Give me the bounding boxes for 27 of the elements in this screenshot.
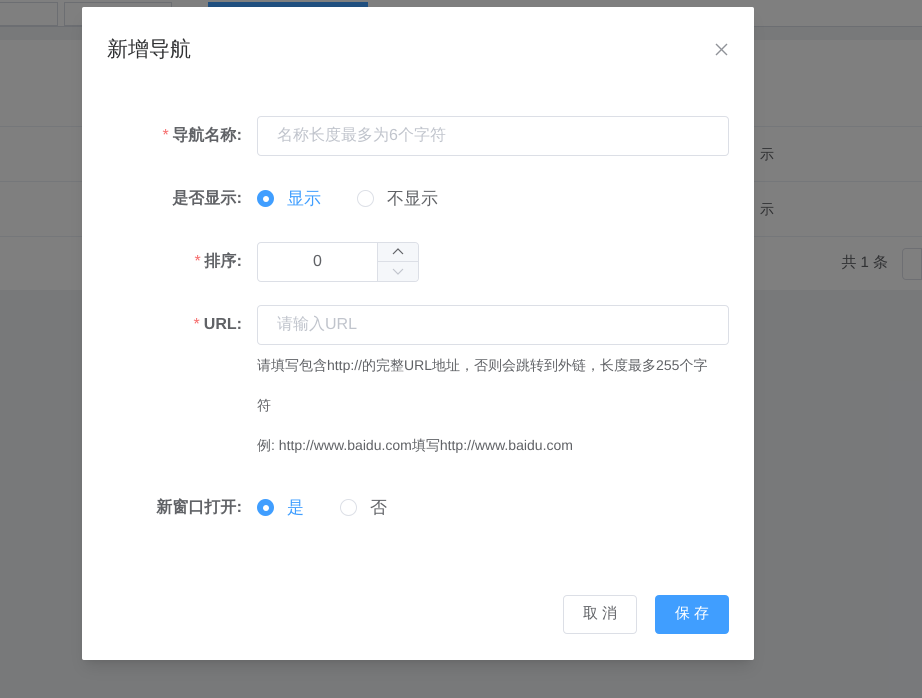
field-label: 导航名称: (172, 125, 242, 146)
field-label: URL: (204, 314, 242, 334)
dialog-title: 新增导航 (107, 37, 191, 63)
radio-icon (257, 499, 274, 516)
table-cell-text: 示 (760, 144, 774, 164)
number-field[interactable]: 0 (257, 242, 419, 282)
radio-icon (357, 190, 374, 207)
table-cell-text: 示 (760, 200, 774, 218)
required-mark: * (194, 252, 201, 272)
help-text: 例: http://www.baidu.com填写http://www.baidu.com (257, 436, 574, 455)
text-field[interactable]: 名称长度最多为6个字符 (257, 116, 729, 156)
radio-option[interactable]: 不显示 (357, 186, 438, 212)
chevron-down-icon (392, 268, 404, 275)
close-icon[interactable] (715, 43, 728, 56)
cancel-button[interactable]: 取 消 (563, 595, 637, 634)
text-field[interactable]: 请输入URL (257, 304, 729, 344)
field-label: 排序: (204, 251, 242, 272)
field-label: 是否显示: (172, 188, 242, 208)
radio-icon (340, 499, 357, 516)
required-mark: * (194, 314, 200, 334)
help-text: 请填写包含http://的完整URL地址，否则会跳转到外链，长度最多255个字符 (257, 356, 708, 414)
radio-option[interactable]: 否 (340, 494, 387, 520)
radio-icon (257, 190, 274, 207)
field-label: 新窗口打开: (156, 497, 242, 518)
required-mark: * (162, 126, 169, 146)
pagination-total: 共 1 条 (841, 253, 888, 274)
chevron-up-icon (392, 248, 404, 256)
